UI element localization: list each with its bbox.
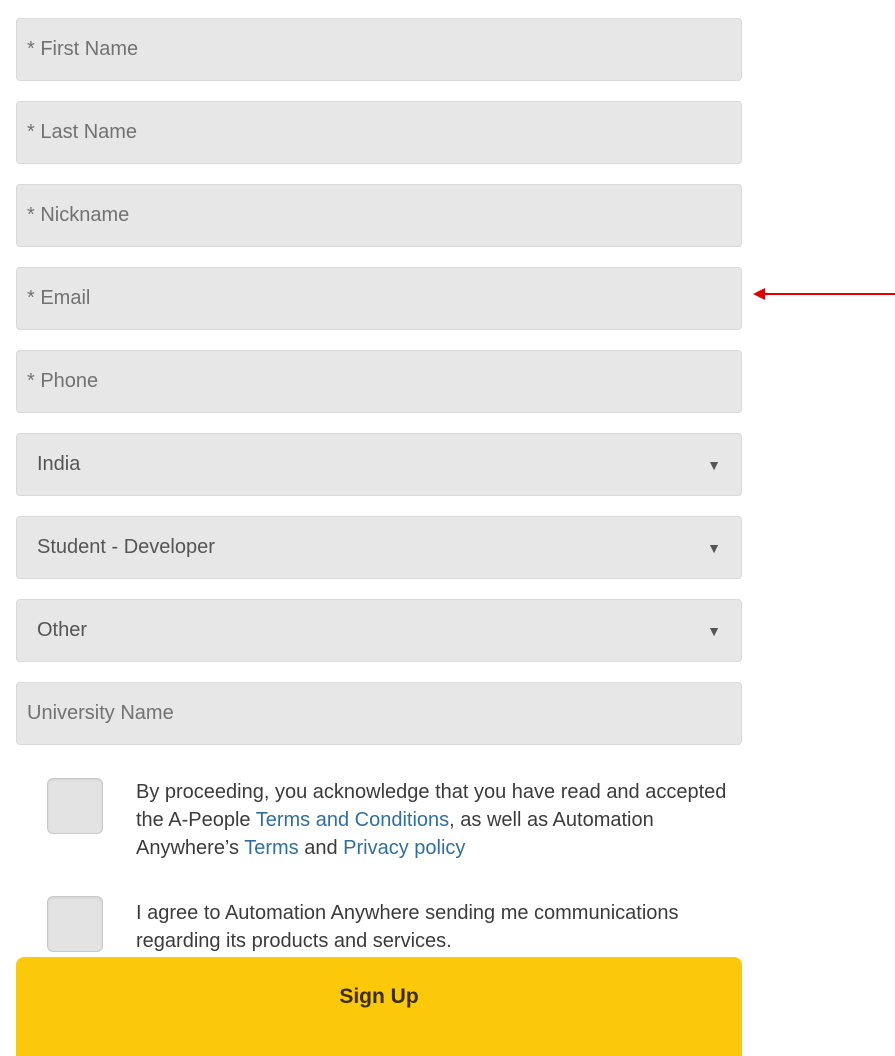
chevron-down-icon: ▼ bbox=[707, 456, 721, 473]
country-select-value: India bbox=[37, 453, 81, 475]
phone-field[interactable] bbox=[16, 350, 742, 413]
left-arrow-icon bbox=[753, 288, 895, 300]
chevron-down-icon: ▼ bbox=[707, 539, 721, 556]
role-select-value: Student - Developer bbox=[37, 536, 215, 558]
country-select[interactable]: India ▼ bbox=[16, 433, 742, 496]
sign-up-button[interactable]: Sign Up bbox=[16, 957, 742, 1056]
marketing-checkbox[interactable] bbox=[47, 896, 103, 952]
signup-form: India ▼ Student - Developer ▼ Other ▼ bbox=[16, 18, 742, 765]
email-input[interactable] bbox=[27, 268, 741, 329]
terms-link[interactable]: Terms bbox=[244, 837, 298, 859]
phone-input[interactable] bbox=[27, 351, 741, 412]
terms-consent-text: By proceeding, you acknowledge that you … bbox=[136, 781, 727, 859]
marketing-consent-row: I agree to Automation Anywhere sending m… bbox=[47, 896, 716, 955]
last-name-field[interactable] bbox=[16, 101, 742, 164]
marketing-consent-text: I agree to Automation Anywhere sending m… bbox=[136, 902, 679, 952]
first-name-field[interactable] bbox=[16, 18, 742, 81]
university-field[interactable] bbox=[16, 682, 742, 745]
terms-consent-row: By proceeding, you acknowledge that you … bbox=[47, 778, 736, 862]
chevron-down-icon: ▼ bbox=[707, 622, 721, 639]
first-name-input[interactable] bbox=[27, 19, 741, 80]
other-select[interactable]: Other ▼ bbox=[16, 599, 742, 662]
last-name-input[interactable] bbox=[27, 102, 741, 163]
privacy-policy-link[interactable]: Privacy policy bbox=[343, 837, 465, 859]
email-field[interactable] bbox=[16, 267, 742, 330]
role-select[interactable]: Student - Developer ▼ bbox=[16, 516, 742, 579]
sign-up-label: Sign Up bbox=[339, 984, 419, 1008]
nickname-input[interactable] bbox=[27, 185, 741, 246]
other-select-value: Other bbox=[37, 619, 88, 641]
nickname-field[interactable] bbox=[16, 184, 742, 247]
terms-and-conditions-link[interactable]: Terms and Conditions bbox=[256, 809, 449, 831]
university-input[interactable] bbox=[27, 683, 741, 744]
terms-checkbox[interactable] bbox=[47, 778, 103, 834]
